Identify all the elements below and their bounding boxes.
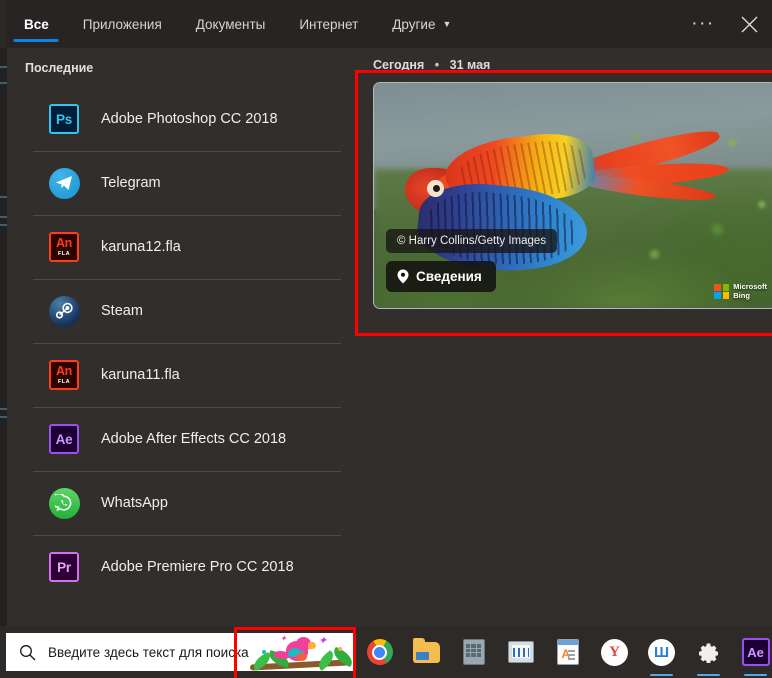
tab-web[interactable]: Интернет [282,0,375,48]
adobe-animate-fla-icon: An FLA [48,359,80,391]
list-item-telegram[interactable]: Telegram [7,151,355,215]
tab-apps-label: Приложения [82,16,162,32]
location-pin-icon [397,269,409,284]
background-window-sliver [0,48,7,626]
taskbar-system-monitor-icon[interactable] [497,626,544,678]
search-filter-tabbar: Все Приложения Документы Интернет Другие… [7,0,772,48]
yandex-letter: Y [609,643,620,660]
bing-logo-line2: Bing [733,290,750,300]
close-icon [741,16,758,33]
list-item-karuna12-fla[interactable]: An FLA karuna12.fla [7,215,355,279]
after-effects-icon: Ae [48,423,80,455]
start-menu-body: Последние Ps Adobe Photoshop CC 2018 Tel… [7,48,772,626]
list-item-label: Adobe Premiere Pro CC 2018 [101,559,294,575]
list-item-whatsapp[interactable]: WhatsApp [7,471,355,535]
tab-documents-label: Документы [195,16,266,32]
taskbar-search-box[interactable]: Введите здесь текст для поиска ✦ ✦ [6,633,356,671]
list-item-label: Steam [101,303,143,319]
taskbar-settings-gear-icon[interactable] [685,626,732,678]
list-item-steam[interactable]: Steam [7,279,355,343]
running-indicator [650,674,673,676]
more-options-button[interactable]: ··· [680,0,726,48]
premiere-pro-icon: Pr [48,551,80,583]
microsoft-bing-logo: Microsoft Bing [714,282,767,300]
bing-date-today: Сегодня [373,58,425,72]
bing-date-value: 31 мая [449,58,491,72]
active-tab-underline [13,39,59,42]
list-item-after-effects[interactable]: Ae Adobe After Effects CC 2018 [7,407,355,471]
start-menu-screen: Все Приложения Документы Интернет Другие… [0,0,772,678]
taskbar-file-explorer-icon[interactable] [403,626,450,678]
list-item-karuna11-fla[interactable]: An FLA karuna11.fla [7,343,355,407]
whatsapp-icon [48,487,80,519]
sh-letter: Ш [653,643,670,661]
search-parrot-illustration: ✦ ✦ [244,633,356,671]
close-button[interactable] [726,0,772,48]
photo-info-label: Сведения [416,269,482,284]
list-item-label: karuna12.fla [101,239,181,255]
taskbar-calculator-icon[interactable] [450,626,497,678]
recent-column: Последние Ps Adobe Photoshop CC 2018 Tel… [7,48,355,626]
taskbar-icon-tray: A Y Ш Ae [356,626,772,678]
tab-web-label: Интернет [299,16,359,32]
bing-date-heading: Сегодня • 31 мая [373,58,490,72]
tab-more[interactable]: Другие ▼ [375,0,468,48]
tab-apps[interactable]: Приложения [66,0,179,48]
list-item-photoshop[interactable]: Ps Adobe Photoshop CC 2018 [7,87,355,151]
gear-icon [696,640,721,665]
list-item-label: WhatsApp [101,495,168,511]
start-menu-panel: Все Приложения Документы Интернет Другие… [7,0,772,626]
taskbar: Введите здесь текст для поиска ✦ ✦ A Y Ш… [0,626,772,678]
adobe-animate-fla-icon: An FLA [48,231,80,263]
list-item-label: Adobe Photoshop CC 2018 [101,111,278,127]
bing-date-separator: • [434,58,440,72]
chevron-down-icon: ▼ [442,18,452,29]
photo-info-button[interactable]: Сведения [386,261,496,292]
ellipsis-icon: ··· [691,13,715,34]
recent-list: Ps Adobe Photoshop CC 2018 Telegram An F… [7,87,355,599]
taskbar-yandex-icon[interactable]: Y [591,626,638,678]
photo-credit: © Harry Collins/Getty Images [386,229,558,253]
bing-image-card[interactable]: © Harry Collins/Getty Images Сведения Mi… [373,82,772,309]
taskbar-chrome-icon[interactable] [356,626,403,678]
list-item-label: Telegram [101,175,161,191]
tab-all-label: Все [24,16,49,32]
bing-column: Сегодня • 31 мая © Harry Collins/Getty I… [355,48,772,626]
photoshop-icon: Ps [48,103,80,135]
bing-logo-text: Microsoft Bing [733,282,767,300]
telegram-icon [48,167,80,199]
search-icon [6,644,48,661]
running-indicator [697,674,720,676]
taskbar-sh-app-icon[interactable]: Ш [638,626,685,678]
ae-glyph: Ae [741,638,770,666]
taskbar-document-app-icon[interactable]: A [544,626,591,678]
list-item-premiere-pro[interactable]: Pr Adobe Premiere Pro CC 2018 [7,535,355,599]
list-item-label: karuna11.fla [101,367,180,383]
tab-all[interactable]: Все [7,0,66,48]
steam-icon [48,295,80,327]
search-input-placeholder: Введите здесь текст для поиска [48,644,249,660]
taskbar-after-effects-icon[interactable]: Ae [732,626,772,678]
recent-heading: Последние [25,61,94,75]
tab-documents[interactable]: Документы [179,0,283,48]
tab-more-label: Другие [392,16,436,32]
list-item-label: Adobe After Effects CC 2018 [101,431,287,447]
microsoft-squares-icon [714,284,730,299]
running-indicator [744,674,767,676]
